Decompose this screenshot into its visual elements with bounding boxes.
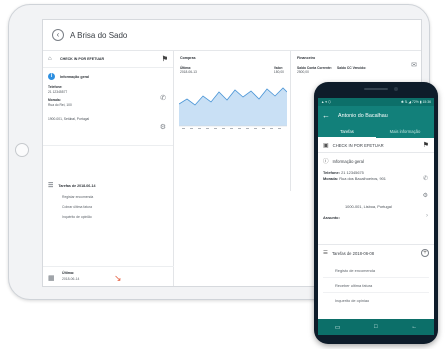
address-label: Morada: (323, 176, 339, 181)
address-value: Rua dos Bacalhoeiros, 901 (339, 176, 386, 181)
info-card: i Informação geral Telefone: 21 12345577… (43, 68, 173, 146)
phone-value: 21 12345577 (48, 90, 68, 94)
address-value: Rua do Rei, 100 (48, 103, 72, 107)
page-title: A Brisa do Sado (70, 30, 128, 40)
flag-icon[interactable]: ⚑ (162, 55, 168, 63)
add-task-button[interactable]: + (421, 249, 429, 257)
nav-recent-icon[interactable]: ▭ (335, 324, 341, 331)
task-item[interactable]: Inquerito de opiniao (323, 293, 429, 308)
compras-last-value: 2018-06-13 (180, 70, 197, 74)
tasks-section: ☰ Tarefas de 2018-06-08 + Registo de enc… (318, 245, 434, 322)
phone-icon[interactable]: ✆ (160, 94, 166, 102)
tasks-section: ☰ Tarefas de 2018-06-14 Registar encomen… (43, 177, 174, 224)
address-label: Morada: (48, 98, 61, 102)
tab-tarefas[interactable]: Tarefas (318, 125, 376, 138)
info-title: Informação geral (332, 158, 364, 164)
info-icon: i (48, 73, 55, 80)
checkin-row[interactable]: ⌂ CHECK IN POR EFETUAR ⚑ (43, 51, 173, 68)
postal-line: 1000-001, Lisboa, Portugal (345, 204, 392, 209)
task-item[interactable]: Registar encomenda (48, 195, 169, 199)
task-item[interactable]: Registo de encomenda (323, 263, 429, 278)
task-item[interactable]: Cobrar última fatura (48, 205, 169, 209)
tablet-header: ‹ A Brisa do Sado (43, 20, 421, 51)
last-value: 2018-06-14 (62, 277, 80, 281)
checkin-label: CHECK IN POR EFETUAR (60, 57, 105, 61)
status-right: ✱ ⇅ ◢ 72% ▮ 15:36 (400, 100, 431, 104)
compras-panel: Compras Última: 2018-06-13 Valor: 180,00 (174, 51, 291, 191)
phone-label: Telefone: (48, 85, 63, 89)
tasks-title: Tarefas de 2018-06-08 (331, 250, 375, 256)
trend-down-icon: ↘ (114, 273, 122, 283)
purchases-area-chart (179, 87, 287, 129)
checkin-label: CHECK IN POR EFETUAR (332, 142, 384, 148)
last-label: Última: (62, 271, 75, 275)
phone-device: ▲ ▾ ⬡ ✱ ⇅ ◢ 72% ▮ 15:36 ← Antonio do Bac… (314, 82, 438, 344)
task-item[interactable]: Inquérito de opinião (48, 215, 169, 219)
nav-home-icon[interactable]: □ (374, 324, 378, 330)
info-title: Informação geral (60, 74, 89, 79)
left-panel: ⌂ CHECK IN POR EFETUAR ⚑ i Informação ge… (43, 51, 174, 286)
phone-icon[interactable]: ✆ (423, 175, 428, 182)
home-icon: ▣ (323, 142, 329, 149)
info-icon: ⓘ (323, 159, 329, 165)
stage: ‹ A Brisa do Sado ⌂ CHECK IN POR EFETUAR… (0, 0, 445, 349)
compras-title: Compras (180, 56, 196, 60)
checkin-row[interactable]: ▣ CHECK IN POR EFETUAR ⚑ (318, 138, 434, 153)
tablet-home-button[interactable] (15, 143, 29, 157)
calendar-icon: ▦ (48, 275, 55, 282)
status-bar: ▲ ▾ ⬡ ✱ ⇅ ◢ 72% ▮ 15:36 (318, 98, 434, 106)
saldo-cc-value: 2500,00 (297, 70, 309, 74)
mail-icon[interactable]: ✉ (411, 61, 417, 69)
info-card: ⓘ Informação geral Telefone: 21 12345675… (318, 153, 434, 245)
last-visit-row: ▦ Última: 2018-06-14 ↘ (43, 266, 174, 286)
gear-icon[interactable]: ⚙ (423, 192, 428, 199)
tasks-title: Tarefas de 2018-06-14 (58, 183, 96, 188)
postal-line: 1900-001, Setúbal, Portugal (48, 117, 90, 121)
phone-camera (394, 87, 398, 91)
phone-title: Antonio do Bacalhau (338, 112, 388, 119)
compras-value-value: 180,00 (273, 70, 284, 74)
phone-screen: ▲ ▾ ⬡ ✱ ⇅ ◢ 72% ▮ 15:36 ← Antonio do Bac… (318, 98, 434, 335)
flag-icon[interactable]: ⚑ (423, 141, 429, 149)
assunto-label: Assunto: (323, 215, 340, 220)
nav-back-icon[interactable]: ← (411, 324, 417, 330)
phone-label: Telefone: (323, 170, 341, 175)
status-left: ▲ ▾ ⬡ (321, 100, 331, 104)
gear-icon[interactable]: ⚙ (160, 123, 166, 131)
financeiro-title: Financeiro (297, 56, 316, 60)
chart-area (179, 88, 287, 126)
chart-x-ticks (182, 128, 281, 129)
tab-bar: Tarefas Mais informação (318, 125, 434, 138)
home-icon: ⌂ (48, 56, 52, 62)
list-icon: ☰ (48, 183, 54, 189)
back-arrow-icon[interactable]: ← (322, 111, 332, 120)
phone-value: 21 12345675 (341, 170, 364, 175)
task-item[interactable]: Receber ultima fatura (323, 278, 429, 293)
back-arrow-icon[interactable]: ‹ (52, 29, 64, 41)
list-icon: ☰ (323, 250, 328, 256)
app-bar: ← Antonio do Bacalhau (318, 106, 434, 125)
tab-mais-informacao[interactable]: Mais informação (376, 125, 434, 138)
android-nav-bar: ▭ □ ← (318, 319, 434, 335)
saldo-vencido-label: Saldo CC Vencido: (337, 66, 367, 70)
phone-speaker (364, 88, 388, 90)
chevron-right-icon[interactable]: › (426, 213, 428, 219)
